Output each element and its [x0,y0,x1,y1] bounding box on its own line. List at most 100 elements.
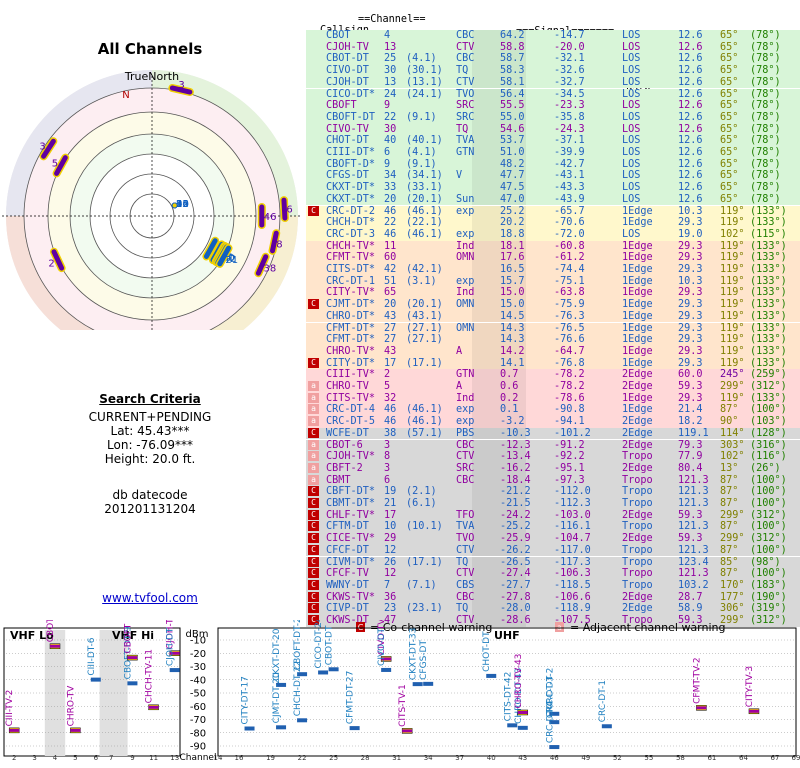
station-bar [517,725,528,730]
cell-miles: 29.3 [678,392,703,404]
cell-pwr: -43.9 [554,193,585,205]
cell-pwr: -117.0 [554,544,591,556]
cell-nm: 0.2 [500,392,519,404]
station-bar [244,726,255,731]
cell-magn: (78°) [750,76,781,88]
cell-true: 65° [720,147,739,158]
cell-pwr: -78.6 [554,392,585,404]
y-tick-label: -40 [190,675,206,686]
cell-real: 13 [384,41,397,53]
cell-nm: 47.0 [500,193,525,205]
cell-miles: 10.3 [678,205,703,217]
uhf-title: UHF [494,629,520,642]
cell-true: 87° [720,474,739,486]
cell-nm: 0.6 [500,381,519,392]
cell-miles: 29.3 [678,287,703,299]
cell-magn: (133°) [750,322,787,334]
cell-netwk: CBC [456,474,475,486]
tvfool-link[interactable]: www.tvfool.com [0,591,300,605]
station-bar-label: CJOH-DT [166,627,176,666]
cell-pwr: -78.2 [554,369,585,381]
channel-tick-label: 13 [170,754,179,762]
station-bar [486,673,497,678]
table-row: C CIVP-DT 23 (23.1) TQ -28.0 -118.9 2Edge 58.9 30… [306,603,800,615]
cell-netwk: CBC [456,439,475,451]
cell-callsign: WWNY-DT [326,579,369,591]
cell-virt: (6.1) [406,498,437,509]
channel-tick-label: 64 [739,754,748,762]
cell-pwr: -101.2 [554,427,591,439]
cell-callsign: CFMT-DT* [326,334,376,346]
cell-magn: (133°) [750,310,787,322]
cell-real: 3 [384,462,391,474]
cell-miles: 18.2 [678,416,703,428]
station-bar-label: CRC-DT-1 [598,680,608,722]
cell-true: 65° [720,65,739,77]
adjacent-warning-badge: a [308,381,319,391]
cell-true: 245° [720,369,745,381]
table-row: a CITS-TV* 32 Ind 0.2 -78.6 1Edge 29.3 119° (133°… [306,392,800,405]
cell-path: Tropo [622,579,653,591]
cell-real: 6 [384,474,391,486]
cell-virt: (20.1) [406,193,443,205]
cell-miles: 12.6 [678,182,703,194]
cell-path: LOS [622,41,641,53]
cell-path: LOS [622,88,641,100]
cell-netwk: TVA [456,135,475,147]
cell-pwr: -74.4 [554,264,585,275]
cell-magn: (78°) [750,147,781,158]
cell-true: 119° [720,322,745,334]
cell-true: 65° [720,53,739,65]
cell-path: 1Edge [622,334,653,346]
cell-callsign: CFMT-TV* [326,252,376,264]
cell-true: 119° [720,264,745,275]
cell-pwr: -76.8 [554,357,585,369]
station-marker [281,197,288,221]
cell-magn: (103°) [750,416,787,428]
cell-miles: 79.3 [678,439,703,451]
cell-virt: (27.1) [406,322,443,334]
cell-netwk: CBC [456,53,475,65]
cell-netwk: TVA [456,521,475,533]
spectrum-canvas: C = Co-channel warning a = Adjacent channel… [3,620,800,763]
cell-path: 1Edge [622,310,653,322]
table-row: CFMT-DT* 27 (27.1) 14.3 -76.6 1Edge 29.3 119° (1… [306,334,800,346]
cell-nm: 14.3 [500,322,525,334]
cell-path: 1Edge [622,357,653,369]
cell-real: 65 [384,287,397,299]
station-bar-label: CITS-DT-42 [503,672,513,722]
cell-magn: (116°) [750,451,787,463]
cell-real: 27 [384,322,397,334]
cell-magn: (78°) [750,53,781,65]
cell-real: 46 [384,416,397,428]
cell-true: 306° [720,603,745,615]
cell-pwr: -78.2 [554,381,585,392]
cell-callsign: CFCF-DT [326,544,369,556]
cell-real: 17 [384,509,397,521]
cell-real: 46 [384,404,397,416]
cell-netwk: CTV [456,544,475,556]
adjacent-warning-badge: a [308,462,319,473]
table-row: a CBFT-2 3 SRC -16.2 -95.1 2Edge 80.4 13° (26°) [306,462,800,475]
cell-magn: (128°) [750,427,787,439]
cell-magn: (133°) [750,287,787,299]
cell-callsign: CJOH-DT [326,76,369,88]
cell-callsign: CBOFT [326,100,357,112]
cell-magn: (100°) [750,521,787,533]
cell-miles: 12.6 [678,65,703,77]
cell-callsign: CJMT-DT* [326,299,376,311]
cell-magn: (133°) [750,357,787,369]
cell-pwr: -106.6 [554,591,591,603]
cell-callsign: CICE-TV* [326,533,376,545]
cell-nm: 25.2 [500,205,525,217]
cell-netwk: OMN [456,322,475,334]
cell-callsign: WCFE-DT [326,427,369,439]
cell-path: 1Edge [622,345,653,357]
cell-path: 2Edge [622,439,653,451]
cell-nm: 58.7 [500,53,525,65]
cell-callsign: CICO-DT* [326,88,376,100]
cell-virt: (43.1) [406,310,443,322]
station-bar-label: CBOFT [123,623,133,653]
cell-callsign: CHRO-TV [326,381,369,392]
cochannel-warning-badge: C [308,568,319,579]
